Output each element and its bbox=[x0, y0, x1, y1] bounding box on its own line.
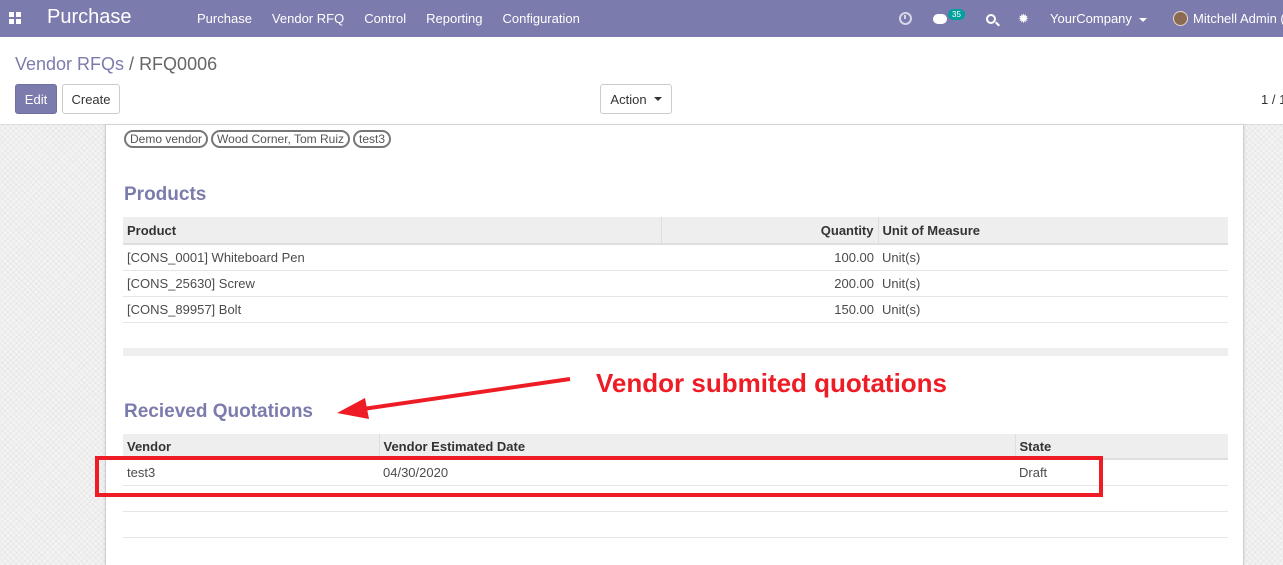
create-button[interactable]: Create bbox=[62, 84, 120, 114]
breadcrumb: Vendor RFQs / RFQ0006 bbox=[15, 54, 217, 75]
edit-button[interactable]: Edit bbox=[15, 84, 57, 114]
message-count-badge: 35 bbox=[948, 9, 965, 20]
search-icon[interactable] bbox=[986, 0, 996, 37]
table-row[interactable]: [CONS_89957] Bolt 150.00 Unit(s) bbox=[123, 296, 1228, 323]
column-header-uom[interactable]: Unit of Measure bbox=[878, 217, 1228, 245]
bug-icon[interactable]: ✹ bbox=[1018, 0, 1029, 37]
annotation-arrow-icon bbox=[337, 377, 571, 419]
apps-menu-icon[interactable] bbox=[9, 12, 21, 24]
product-cell: [CONS_89957] Bolt bbox=[123, 296, 661, 323]
products-table-footer bbox=[123, 348, 1228, 356]
uom-cell: Unit(s) bbox=[878, 244, 1228, 271]
column-header-quantity[interactable]: Quantity bbox=[661, 217, 879, 245]
menu-item-vendor-rfq[interactable]: Vendor RFQ bbox=[262, 0, 354, 37]
app-brand[interactable]: Purchase bbox=[47, 6, 132, 29]
control-panel: Vendor RFQs / RFQ0006 Edit Create Action 1… bbox=[0, 37, 1283, 125]
company-switcher[interactable]: YourCompany bbox=[1050, 0, 1147, 37]
annotation-highlight-box bbox=[95, 456, 1103, 497]
menu-item-control[interactable]: Control bbox=[354, 0, 416, 37]
products-section-title: Products bbox=[124, 184, 207, 205]
breadcrumb-parent[interactable]: Vendor RFQs bbox=[15, 54, 124, 74]
action-dropdown[interactable]: Action bbox=[600, 84, 672, 114]
top-navbar: Purchase Purchase Vendor RFQ Control Rep… bbox=[0, 0, 1283, 37]
user-avatar[interactable] bbox=[1173, 11, 1188, 26]
quotations-section-title: Recieved Quotations bbox=[124, 401, 313, 422]
main-menu: Purchase Vendor RFQ Control Reporting Co… bbox=[187, 0, 590, 37]
form-sheet: Demo vendor Wood Corner, Tom Ruiz test3 … bbox=[105, 125, 1244, 565]
quantity-cell: 150.00 bbox=[661, 296, 878, 323]
caret-down-icon bbox=[653, 97, 662, 101]
breadcrumb-current: RFQ0006 bbox=[139, 54, 218, 74]
vendor-tag: Demo vendor bbox=[124, 130, 209, 148]
chat-icon[interactable] bbox=[933, 0, 947, 37]
company-name: YourCompany bbox=[1050, 11, 1132, 26]
table-row[interactable]: [CONS_25630] Screw 200.00 Unit(s) bbox=[123, 270, 1228, 297]
menu-item-purchase[interactable]: Purchase bbox=[187, 0, 262, 37]
annotation-label: Vendor submited quotations bbox=[596, 368, 948, 398]
activity-clock-icon[interactable] bbox=[899, 0, 912, 37]
caret-down-icon bbox=[1138, 17, 1147, 22]
user-menu[interactable]: Mitchell Admin ( bbox=[1193, 0, 1283, 37]
uom-cell: Unit(s) bbox=[878, 296, 1228, 323]
breadcrumb-separator: / bbox=[129, 54, 135, 74]
menu-item-configuration[interactable]: Configuration bbox=[492, 0, 589, 37]
quantity-cell: 200.00 bbox=[661, 270, 878, 297]
table-row[interactable]: [CONS_0001] Whiteboard Pen 100.00 Unit(s… bbox=[123, 244, 1228, 271]
vendor-tags: Demo vendor Wood Corner, Tom Ruiz test3 bbox=[124, 130, 394, 148]
uom-cell: Unit(s) bbox=[878, 270, 1228, 297]
quantity-cell: 100.00 bbox=[661, 244, 878, 271]
table-header-row: Product Quantity Unit of Measure bbox=[123, 217, 1228, 245]
column-header-product[interactable]: Product bbox=[123, 217, 662, 245]
vendor-tag: Wood Corner, Tom Ruiz bbox=[211, 130, 350, 148]
empty-row bbox=[123, 511, 1228, 538]
pager[interactable]: 1 / 1 bbox=[1261, 92, 1283, 107]
form-background: Demo vendor Wood Corner, Tom Ruiz test3 … bbox=[0, 125, 1283, 565]
action-label: Action bbox=[610, 91, 647, 107]
product-cell: [CONS_0001] Whiteboard Pen bbox=[123, 244, 661, 271]
products-table: Product Quantity Unit of Measure [CONS_0… bbox=[123, 217, 1228, 323]
vendor-tag: test3 bbox=[353, 130, 392, 148]
menu-item-reporting[interactable]: Reporting bbox=[416, 0, 492, 37]
product-cell: [CONS_25630] Screw bbox=[123, 270, 661, 297]
